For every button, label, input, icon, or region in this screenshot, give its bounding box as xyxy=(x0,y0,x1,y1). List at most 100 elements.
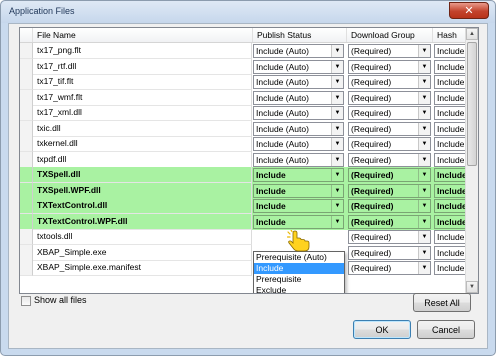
ok-button[interactable]: OK xyxy=(353,320,411,339)
chevron-down-icon[interactable]: ▼ xyxy=(331,215,343,228)
row-header[interactable] xyxy=(20,89,33,106)
row-header[interactable] xyxy=(20,229,33,245)
publish-status-combo[interactable]: Include (Auto) ▼ xyxy=(253,106,344,120)
chevron-down-icon[interactable]: ▼ xyxy=(418,45,430,57)
dropdown-option[interactable]: Prerequisite xyxy=(254,274,344,285)
table-row[interactable]: txic.dll Include (Auto) ▼ (Required) ▼ Includ… xyxy=(20,120,478,137)
table-row[interactable]: TXTextControl.WPF.dll Include ▼ (Required) ▼… xyxy=(20,213,478,230)
chevron-down-icon[interactable]: ▼ xyxy=(418,200,430,212)
chevron-down-icon[interactable]: ▼ xyxy=(331,76,343,88)
table-row[interactable]: XBAP_Simple.exe.manifest (Required) ▼ Inclu… xyxy=(20,260,478,276)
row-header[interactable] xyxy=(20,213,33,230)
download-group-combo[interactable]: (Required) ▼ xyxy=(348,261,431,275)
column-header-download-group[interactable]: Download Group xyxy=(347,28,433,42)
chevron-down-icon[interactable]: ▼ xyxy=(418,153,430,166)
row-header[interactable] xyxy=(20,136,33,152)
dropdown-option[interactable]: Include xyxy=(254,263,344,274)
row-header[interactable] xyxy=(20,182,33,199)
download-group-combo[interactable]: (Required) ▼ xyxy=(348,199,431,213)
chevron-down-icon[interactable]: ▼ xyxy=(331,122,343,135)
download-group-combo[interactable]: (Required) ▼ xyxy=(348,214,431,229)
publish-status-combo[interactable]: Include (Auto) ▼ xyxy=(253,90,344,105)
row-header[interactable] xyxy=(20,58,33,75)
table-row[interactable]: tx17_wmf.flt Include (Auto) ▼ (Required) ▼ In… xyxy=(20,89,478,106)
table-row[interactable]: XBAP_Simple.exe (Required) ▼ Include ▼ xyxy=(20,244,478,261)
chevron-down-icon[interactable]: ▼ xyxy=(418,107,430,119)
scroll-down-button[interactable]: ▼ xyxy=(466,281,478,293)
download-group-combo[interactable]: (Required) ▼ xyxy=(348,137,431,151)
scroll-thumb[interactable] xyxy=(467,42,477,166)
table-row[interactable]: tx17_tif.flt Include (Auto) ▼ (Required) ▼ In… xyxy=(20,74,478,90)
download-group-combo[interactable]: (Required) ▼ xyxy=(348,59,431,74)
chevron-down-icon[interactable]: ▼ xyxy=(331,107,343,119)
row-header[interactable] xyxy=(20,74,33,90)
chevron-down-icon[interactable]: ▼ xyxy=(331,169,343,181)
chevron-down-icon[interactable]: ▼ xyxy=(331,200,343,212)
publish-status-combo[interactable]: Include ▼ xyxy=(253,199,344,213)
show-all-files-label[interactable]: Show all files xyxy=(34,295,87,305)
chevron-down-icon[interactable]: ▼ xyxy=(331,184,343,197)
chevron-down-icon[interactable]: ▼ xyxy=(418,76,430,88)
download-group-combo[interactable]: (Required) ▼ xyxy=(348,75,431,89)
chevron-down-icon[interactable]: ▼ xyxy=(418,215,430,228)
vertical-scrollbar[interactable]: ▲ ▼ xyxy=(465,28,478,293)
close-button[interactable]: ✕ xyxy=(449,2,489,19)
chevron-down-icon[interactable]: ▼ xyxy=(331,138,343,150)
scroll-up-button[interactable]: ▲ xyxy=(466,28,478,40)
download-group-combo[interactable]: (Required) ▼ xyxy=(348,168,431,182)
chevron-down-icon[interactable]: ▼ xyxy=(418,122,430,135)
row-header[interactable] xyxy=(20,244,33,261)
publish-status-combo[interactable]: Include ▼ xyxy=(253,168,344,182)
table-row[interactable]: tx17_png.flt Include (Auto) ▼ (Required) ▼ In… xyxy=(20,43,478,59)
download-group-combo[interactable]: (Required) ▼ xyxy=(348,245,431,260)
chevron-down-icon[interactable]: ▼ xyxy=(418,262,430,274)
download-group-combo[interactable]: (Required) ▼ xyxy=(348,90,431,105)
publish-status-dropdown-list[interactable]: Prerequisite (Auto) Include Prerequisite Ex… xyxy=(253,251,345,293)
publish-status-combo[interactable]: Include (Auto) ▼ xyxy=(253,137,344,151)
chevron-down-icon[interactable]: ▼ xyxy=(418,169,430,181)
row-header[interactable] xyxy=(20,151,33,168)
chevron-down-icon[interactable]: ▼ xyxy=(331,153,343,166)
download-group-combo[interactable]: (Required) ▼ xyxy=(348,183,431,198)
table-row[interactable]: tx17_rtf.dll Include (Auto) ▼ (Required) ▼ In… xyxy=(20,58,478,75)
chevron-down-icon[interactable]: ▼ xyxy=(331,60,343,73)
row-header[interactable] xyxy=(20,120,33,137)
reset-all-button[interactable]: Reset All xyxy=(413,293,471,312)
column-header-hash[interactable]: Hash xyxy=(433,28,467,42)
table-row[interactable]: txtools.dll (Required) ▼ Include ▼ xyxy=(20,229,478,245)
column-header-file-name[interactable]: File Name xyxy=(33,28,253,42)
chevron-down-icon[interactable]: ▼ xyxy=(418,246,430,259)
chevron-down-icon[interactable]: ▼ xyxy=(418,91,430,104)
publish-status-combo[interactable]: Include (Auto) ▼ xyxy=(253,152,344,167)
table-row[interactable]: tx17_xml.dll Include (Auto) ▼ (Required) ▼ In… xyxy=(20,105,478,121)
download-group-combo[interactable]: (Required) ▼ xyxy=(348,152,431,167)
publish-status-combo[interactable]: Include (Auto) ▼ xyxy=(253,59,344,74)
row-header[interactable] xyxy=(20,260,33,276)
dropdown-option[interactable]: Exclude xyxy=(254,285,344,293)
row-header[interactable] xyxy=(20,43,33,59)
dropdown-option[interactable]: Prerequisite (Auto) xyxy=(254,252,344,263)
download-group-combo[interactable]: (Required) ▼ xyxy=(348,44,431,58)
publish-status-combo[interactable]: Include ▼ xyxy=(253,183,344,198)
chevron-down-icon[interactable]: ▼ xyxy=(418,184,430,197)
chevron-down-icon[interactable]: ▼ xyxy=(331,91,343,104)
download-group-combo[interactable]: (Required) ▼ xyxy=(348,230,431,244)
download-group-combo[interactable]: (Required) ▼ xyxy=(348,106,431,120)
publish-status-combo[interactable]: Include (Auto) ▼ xyxy=(253,75,344,89)
publish-status-combo[interactable]: Include ▼ xyxy=(253,214,344,229)
row-header[interactable] xyxy=(20,105,33,121)
column-header-publish-status[interactable]: Publish Status xyxy=(253,28,347,42)
chevron-down-icon[interactable]: ▼ xyxy=(418,138,430,150)
show-all-files-checkbox[interactable] xyxy=(21,296,31,306)
chevron-down-icon[interactable]: ▼ xyxy=(418,231,430,243)
cancel-button[interactable]: Cancel xyxy=(417,320,475,339)
table-row[interactable]: TXSpell.WPF.dll Include ▼ (Required) ▼ Includ… xyxy=(20,182,478,199)
table-row[interactable]: txkernel.dll Include (Auto) ▼ (Required) ▼ In… xyxy=(20,136,478,152)
publish-status-combo[interactable]: Include (Auto) ▼ xyxy=(253,121,344,136)
row-header[interactable] xyxy=(20,167,33,183)
row-header[interactable] xyxy=(20,198,33,214)
download-group-combo[interactable]: (Required) ▼ xyxy=(348,121,431,136)
chevron-down-icon[interactable]: ▼ xyxy=(418,60,430,73)
publish-status-combo[interactable]: Include (Auto) ▼ xyxy=(253,44,344,58)
chevron-down-icon[interactable]: ▼ xyxy=(331,45,343,57)
